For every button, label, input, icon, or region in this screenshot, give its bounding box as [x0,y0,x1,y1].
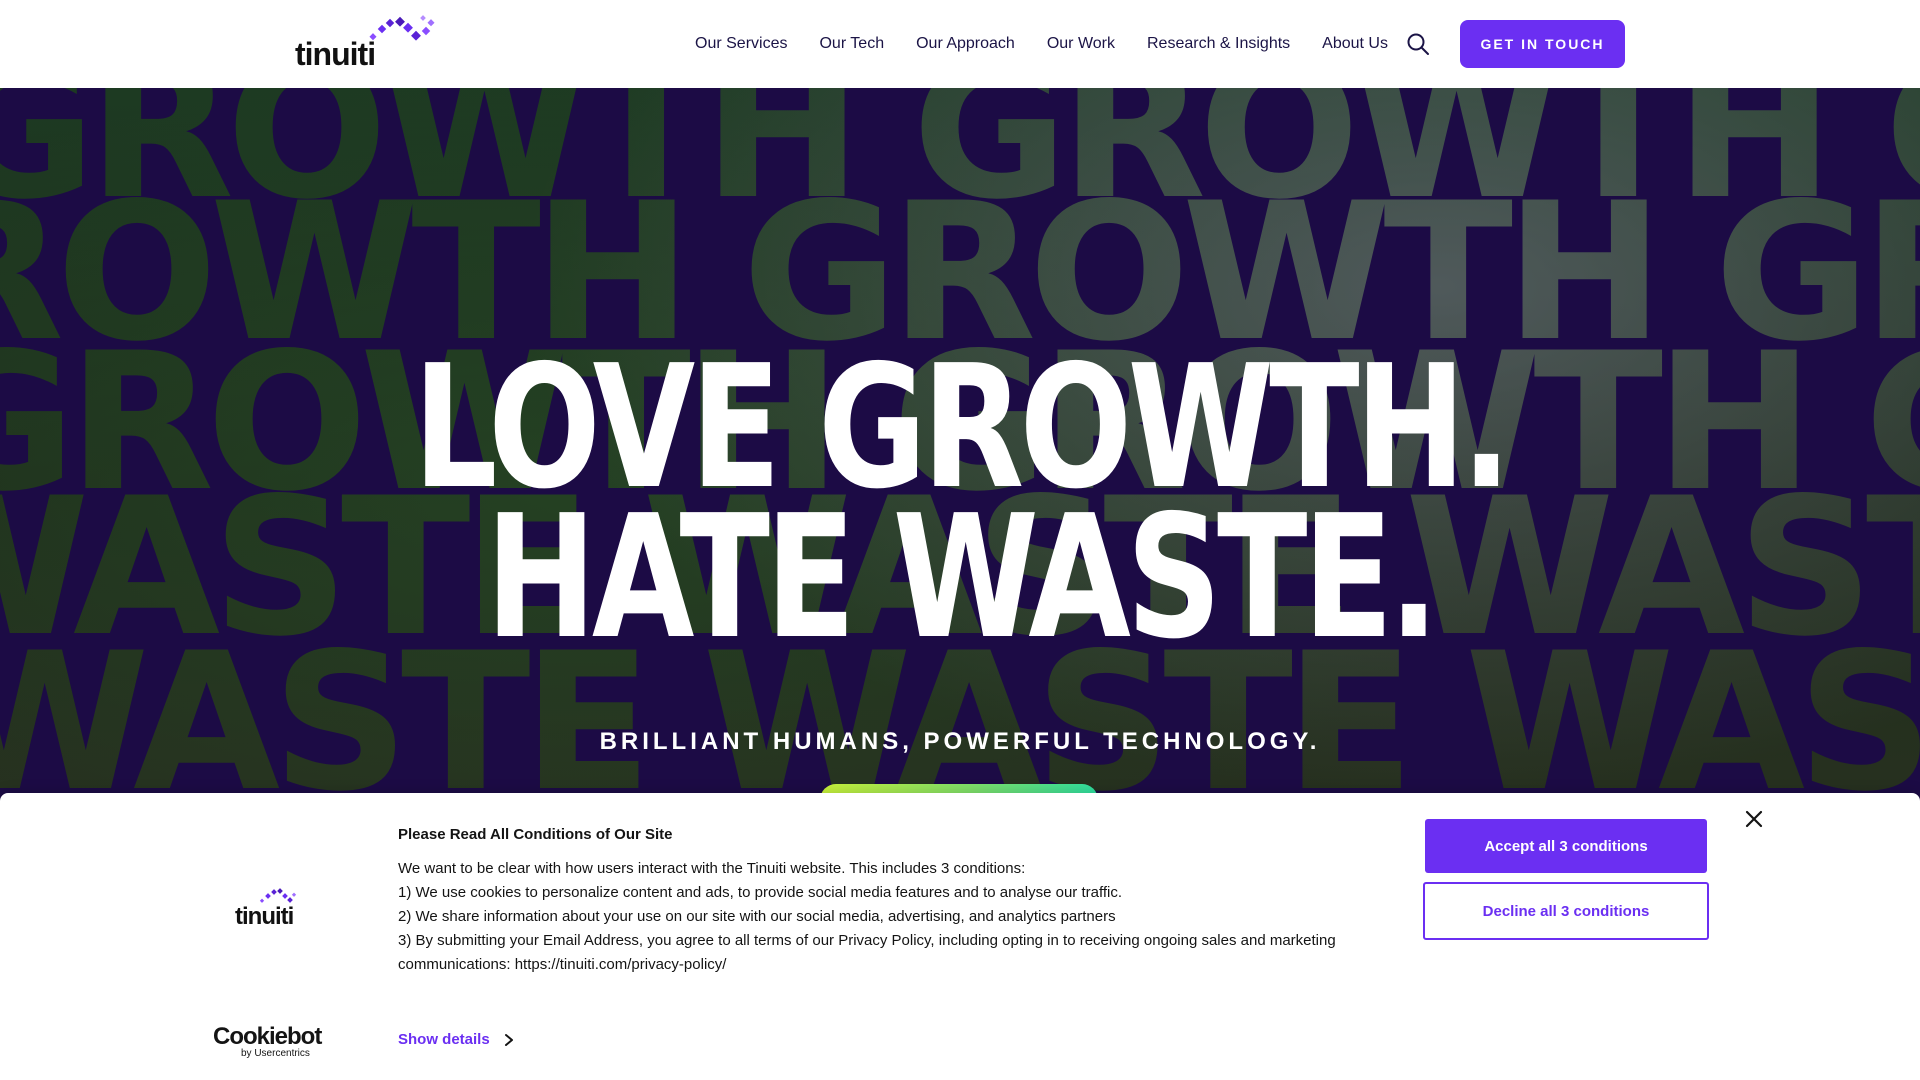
nav-about-us[interactable]: About Us [1322,35,1388,53]
hero-headline-line2: HATE WASTE. [485,479,1440,677]
site-header: tinuiti Our Services Our Tech Our Approa… [0,0,1920,88]
hero-tagline: BRILLIANT HUMANS, POWERFUL TECHNOLOGY. [599,728,1321,755]
search-icon[interactable] [1406,32,1430,56]
logo-dots-icon [259,888,297,903]
nav-research-insights[interactable]: Research & Insights [1147,35,1290,53]
nav-our-tech[interactable]: Our Tech [819,35,884,53]
nav-our-work[interactable]: Our Work [1047,35,1115,53]
cookie-condition-3: 3) By submitting your Email Address, you… [398,932,1336,973]
chevron-right-icon [504,1033,513,1046]
decline-all-button[interactable]: Decline all 3 conditions [1423,882,1709,940]
show-details-link[interactable]: Show details [398,1031,514,1048]
cookie-title: Please Read All Conditions of Our Site [398,826,673,843]
cookie-condition-1: 1) We use cookies to personalize content… [398,884,1123,901]
tinuiti-logo[interactable]: tinuiti [295,14,445,72]
main-nav: Our Services Our Tech Our Approach Our W… [695,0,1420,88]
show-details-label: Show details [398,1031,490,1048]
cookie-body: We want to be clear with how users inter… [398,857,1358,977]
logo-wordmark: tinuiti [295,36,376,72]
get-in-touch-button[interactable]: GET IN TOUCH [1460,20,1625,68]
cookiebot-wordmark: Cookiebot [213,1023,322,1050]
close-icon[interactable] [1742,807,1766,831]
cookie-tinuiti-logo: tinuiti [235,885,299,931]
nav-our-approach[interactable]: Our Approach [916,35,1015,53]
accept-all-button[interactable]: Accept all 3 conditions [1425,819,1707,873]
cookiebot-byline: by Usercentrics [241,1048,310,1059]
cookie-intro: We want to be clear with how users inter… [398,860,1026,877]
cookie-condition-2: 2) We share information about your use o… [398,908,1116,925]
cookie-banner: tinuiti Please Read All Conditions of Ou… [0,793,1920,1080]
nav-our-services[interactable]: Our Services [695,35,787,53]
cookiebot-logo: Cookiebot by Usercentrics [213,1023,322,1059]
logo-dots-icon [369,15,435,41]
